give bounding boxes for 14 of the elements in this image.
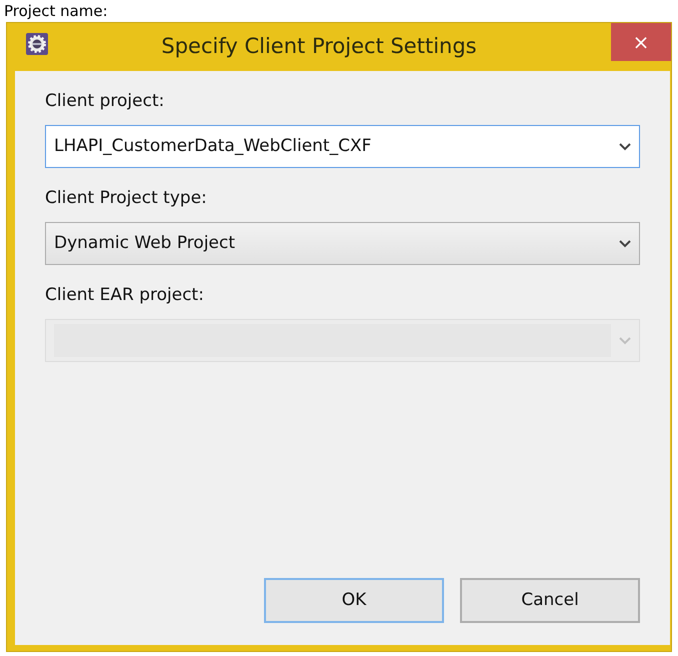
chevron-down-icon [619, 142, 631, 150]
window-title: Specify Client Project Settings [161, 33, 478, 60]
project-dropdown[interactable]: LHAPI_CustomerData_WebClient_CXF [45, 125, 640, 168]
dialog-button[interactable]: Cancel [460, 578, 640, 623]
dialog-button[interactable]: OK [264, 578, 444, 623]
background-label: Project name: [4, 2, 108, 20]
chevron-down-icon [619, 336, 631, 344]
gear-icon [26, 33, 48, 55]
field-label: Client project: [45, 90, 166, 113]
field-label: Client EAR project: [45, 284, 205, 307]
project-dropdown[interactable]: Dynamic Web Project [45, 222, 640, 265]
close-button[interactable]: × [611, 23, 671, 61]
chevron-down-icon [619, 240, 631, 248]
field-label: Client Project type: [45, 187, 208, 210]
